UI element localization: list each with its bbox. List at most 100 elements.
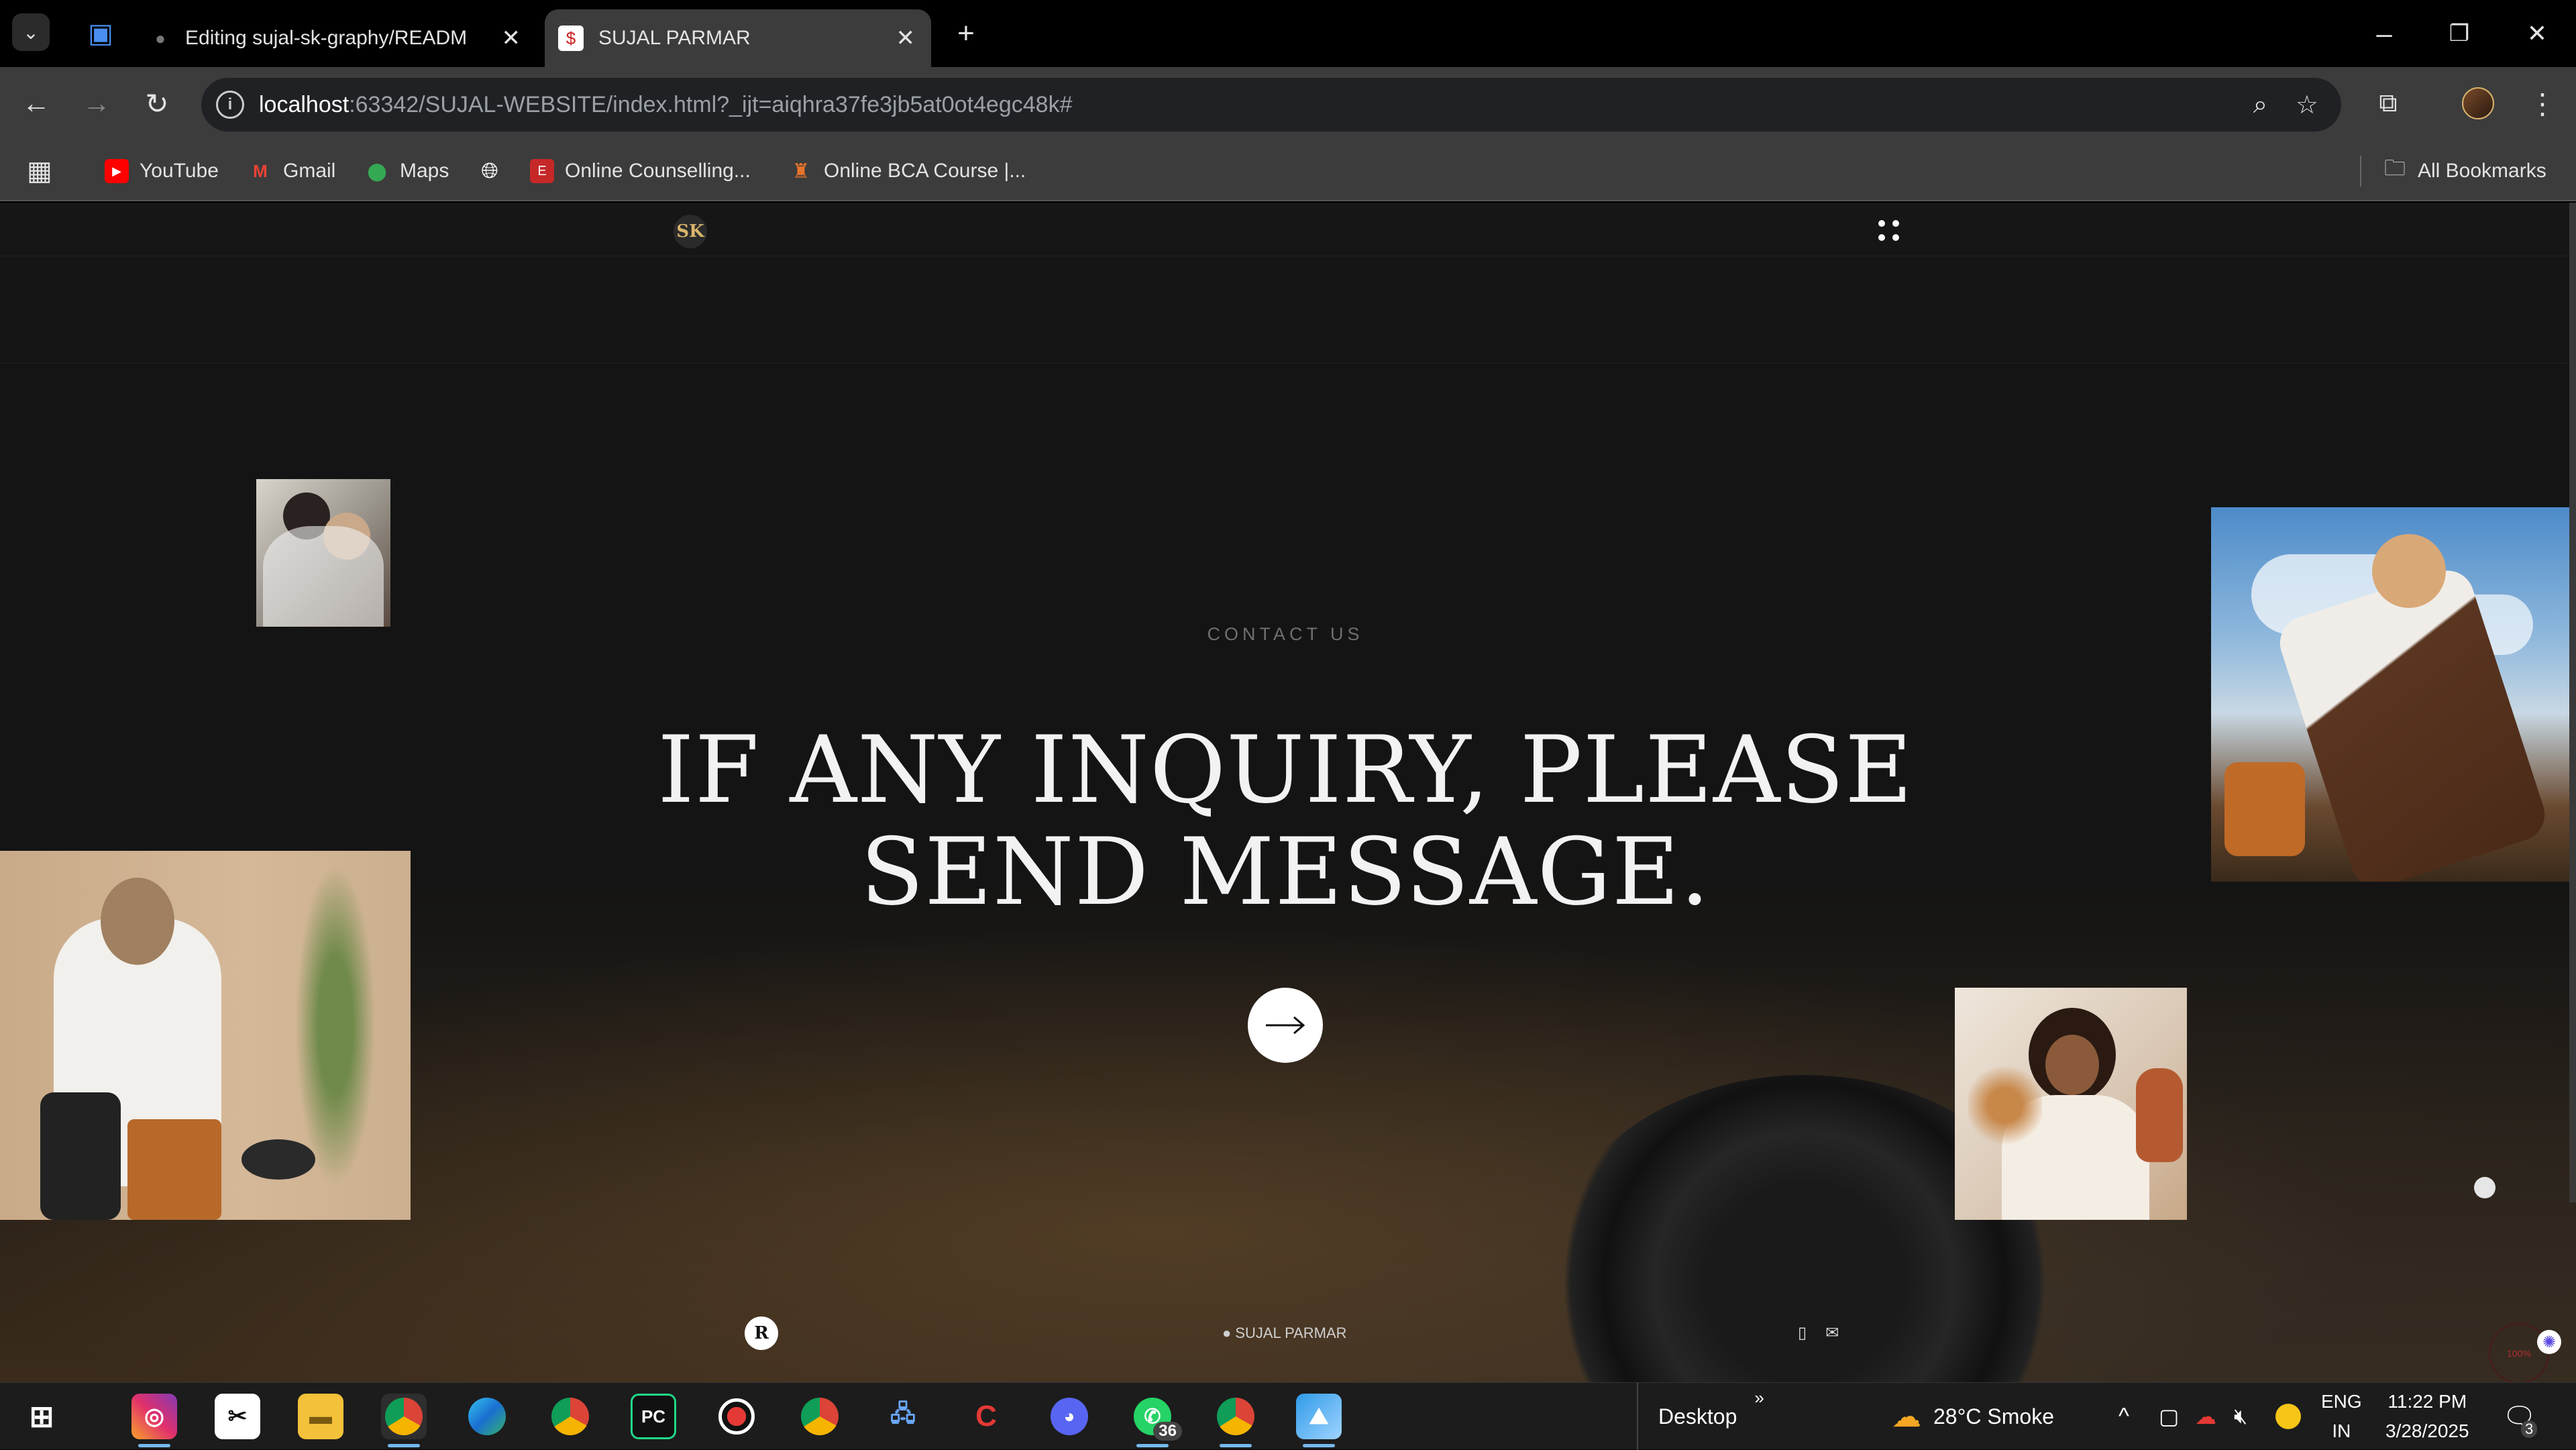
youtube-icon: ▶	[105, 159, 129, 183]
bookmark-star-icon[interactable]: ☆	[2296, 90, 2318, 120]
profile-avatar[interactable]	[2458, 83, 2498, 123]
whatsapp-icon[interactable]: ✆ 36	[1130, 1394, 1182, 1447]
close-tab-icon[interactable]: ✕	[896, 25, 916, 52]
close-tab-icon[interactable]: ✕	[502, 25, 521, 52]
reload-button[interactable]: ↻	[137, 83, 177, 123]
close-window-button[interactable]: ✕	[2517, 13, 2557, 54]
phone-icon[interactable]: ▯	[1798, 1323, 1807, 1343]
zoom-icon[interactable]: ⌕	[2253, 91, 2267, 119]
tab-group-icon[interactable]: ▣	[80, 13, 121, 54]
arrow-right-icon	[1266, 1016, 1305, 1035]
tab-search-button[interactable]: ⌄	[12, 13, 50, 51]
send-message-button[interactable]	[1248, 988, 1323, 1063]
ccleaner-icon[interactable]: C	[963, 1394, 1009, 1439]
volume-muted-icon[interactable]: 🔇︎	[2234, 1383, 2247, 1450]
meet-now-icon[interactable]: ▢	[2159, 1383, 2179, 1450]
weather-smoke-icon: ☁	[1892, 1400, 1921, 1433]
screen-recorder-icon[interactable]	[714, 1394, 759, 1439]
chevron-right-icon[interactable]: »	[1754, 1388, 1764, 1408]
tab-sujal-parmar[interactable]: $ SUJAL PARMAR ✕	[545, 9, 931, 67]
pycharm-icon[interactable]: PC	[631, 1394, 676, 1439]
lang-line-1: ENG	[2321, 1391, 2362, 1412]
bookmark-maps[interactable]: ⬤ Maps	[365, 156, 449, 187]
restore-button[interactable]: ❐	[2439, 13, 2479, 54]
bookmark-counselling[interactable]: E Online Counselling...	[530, 156, 751, 187]
instagram-icon[interactable]: ◎	[131, 1394, 177, 1447]
language-indicator[interactable]: ENG IN	[2321, 1383, 2362, 1450]
windows-taskbar: ⊞ ◎ ✂ ▬ PC 🖧︎ C ◕ ✆ 36 ⛰ Desktop » ☁ 28°…	[0, 1382, 2576, 1450]
page-headline: IF ANY INQUIRY, PLEASE SEND MESSAGE.	[0, 719, 2571, 923]
weather-text: 28°C Smoke	[1933, 1404, 2054, 1429]
apps-grid-icon[interactable]: ▦	[27, 156, 52, 187]
tab-title: SUJAL PARMAR	[598, 27, 751, 49]
capcut-icon[interactable]: ✂	[215, 1394, 260, 1439]
back-button[interactable]: ←	[16, 83, 56, 123]
tab-title: Editing sujal-sk-graphy/READM	[185, 27, 468, 49]
chrome-window-icon[interactable]	[1213, 1394, 1258, 1447]
forward-button[interactable]: →	[76, 83, 117, 123]
clock[interactable]: 11:22 PM 3/28/2025	[2385, 1383, 2469, 1450]
network-tool-icon[interactable]: 🖧︎	[880, 1394, 926, 1439]
dollar-s-icon: $	[558, 25, 584, 51]
new-tab-button[interactable]: +	[946, 13, 986, 54]
file-explorer-icon[interactable]: ▬	[298, 1394, 343, 1439]
footer-github-link[interactable]: ● SUJAL PARMAR	[1222, 1325, 1347, 1342]
tab-strip: ⌄ ▣ ● Editing sujal-sk-graphy/READM ✕ $ …	[0, 0, 2576, 67]
tab-github[interactable]: ● Editing sujal-sk-graphy/READM ✕	[148, 9, 530, 67]
bookmark-gmail[interactable]: M Gmail	[248, 156, 335, 187]
notifications-icon[interactable]: 🗨︎ 3	[2502, 1383, 2538, 1450]
desktop-toolbar[interactable]: Desktop »	[1637, 1383, 1764, 1450]
whatsapp-unread-badge: 36	[1153, 1422, 1182, 1441]
url-host: localhost	[259, 91, 350, 117]
headline-line-1: IF ANY INQUIRY, PLEASE	[657, 716, 1913, 824]
menu-dots-icon[interactable]	[1878, 220, 1902, 244]
show-hidden-icons[interactable]: ^	[2118, 1383, 2129, 1450]
minimize-button[interactable]: –	[2364, 13, 2404, 54]
lang-line-2: IN	[2332, 1420, 2351, 1441]
menu-kebab-icon[interactable]: ⋮	[2522, 83, 2563, 123]
weather-widget[interactable]: ☁ 28°C Smoke	[1892, 1383, 2054, 1450]
github-icon: ●	[155, 28, 166, 48]
desktop-label: Desktop	[1658, 1404, 1737, 1429]
chrome-profile-icon[interactable]	[381, 1394, 427, 1447]
url-path: :63342/SUJAL-WEBSITE/index.html?_ijt=aiq…	[349, 91, 1073, 117]
bookmark-label: Online BCA Course |...	[824, 160, 1026, 182]
mail-icon[interactable]: ✉	[1825, 1323, 1839, 1343]
woman-dried-flowers-photo	[1955, 988, 2187, 1220]
gmail-icon: M	[253, 160, 268, 181]
security-icon[interactable]	[2275, 1383, 2301, 1450]
site-logo[interactable]: SK	[674, 215, 707, 248]
footer-social-icons: ▯ ✉	[1798, 1323, 1839, 1343]
page-scrollbar[interactable]	[2569, 203, 2576, 1202]
chrome-alt-icon[interactable]	[797, 1394, 843, 1439]
network-offline-icon[interactable]: ☁	[2195, 1383, 2216, 1450]
address-bar[interactable]: i localhost :63342/SUJAL-WEBSITE/index.h…	[201, 78, 2341, 132]
extensions-icon[interactable]: ⧉	[2368, 83, 2408, 123]
bookmarks-bar: ▦ ▶ YouTube M Gmail ⬤ Maps 🌐︎ E Online C…	[0, 141, 2576, 201]
bookmark-youtube[interactable]: ▶ YouTube	[105, 156, 219, 187]
site-info-icon[interactable]: i	[216, 91, 244, 119]
all-bookmarks-label: All Bookmarks	[2418, 160, 2546, 182]
maps-icon: ⬤	[367, 160, 387, 181]
photos-icon[interactable]: ⛰	[1296, 1394, 1342, 1447]
clock-date: 3/28/2025	[2385, 1420, 2469, 1441]
footer-logo-badge[interactable]: R	[745, 1316, 778, 1350]
globe-icon: 🌐︎	[481, 158, 498, 183]
folder-icon: 🗀︎	[2383, 156, 2406, 180]
chrome-icon[interactable]	[547, 1394, 593, 1439]
all-bookmarks[interactable]: 🗀︎ All Bookmarks	[2360, 156, 2546, 187]
course-icon: ♜	[792, 160, 810, 183]
bookmark-globe[interactable]: 🌐︎	[478, 156, 513, 187]
chat-widget-icon[interactable]: ✺	[2537, 1330, 2561, 1354]
header-band	[0, 256, 2576, 364]
scroll-indicator-dot[interactable]	[2474, 1177, 2496, 1198]
windows-start-icon[interactable]: ⊞	[19, 1394, 64, 1439]
bookmark-bca-course[interactable]: ♜ Online BCA Course |...	[789, 156, 1026, 187]
scroll-progress-badge: 100%	[2489, 1323, 2549, 1382]
notification-count: 3	[2521, 1420, 2538, 1438]
discord-icon[interactable]: ◕	[1046, 1394, 1092, 1439]
edge-icon[interactable]	[464, 1394, 510, 1439]
bookmark-label: YouTube	[140, 160, 219, 182]
headline-line-2: SEND MESSAGE.	[860, 818, 1711, 926]
section-kicker: CONTACT US	[1207, 624, 1364, 644]
